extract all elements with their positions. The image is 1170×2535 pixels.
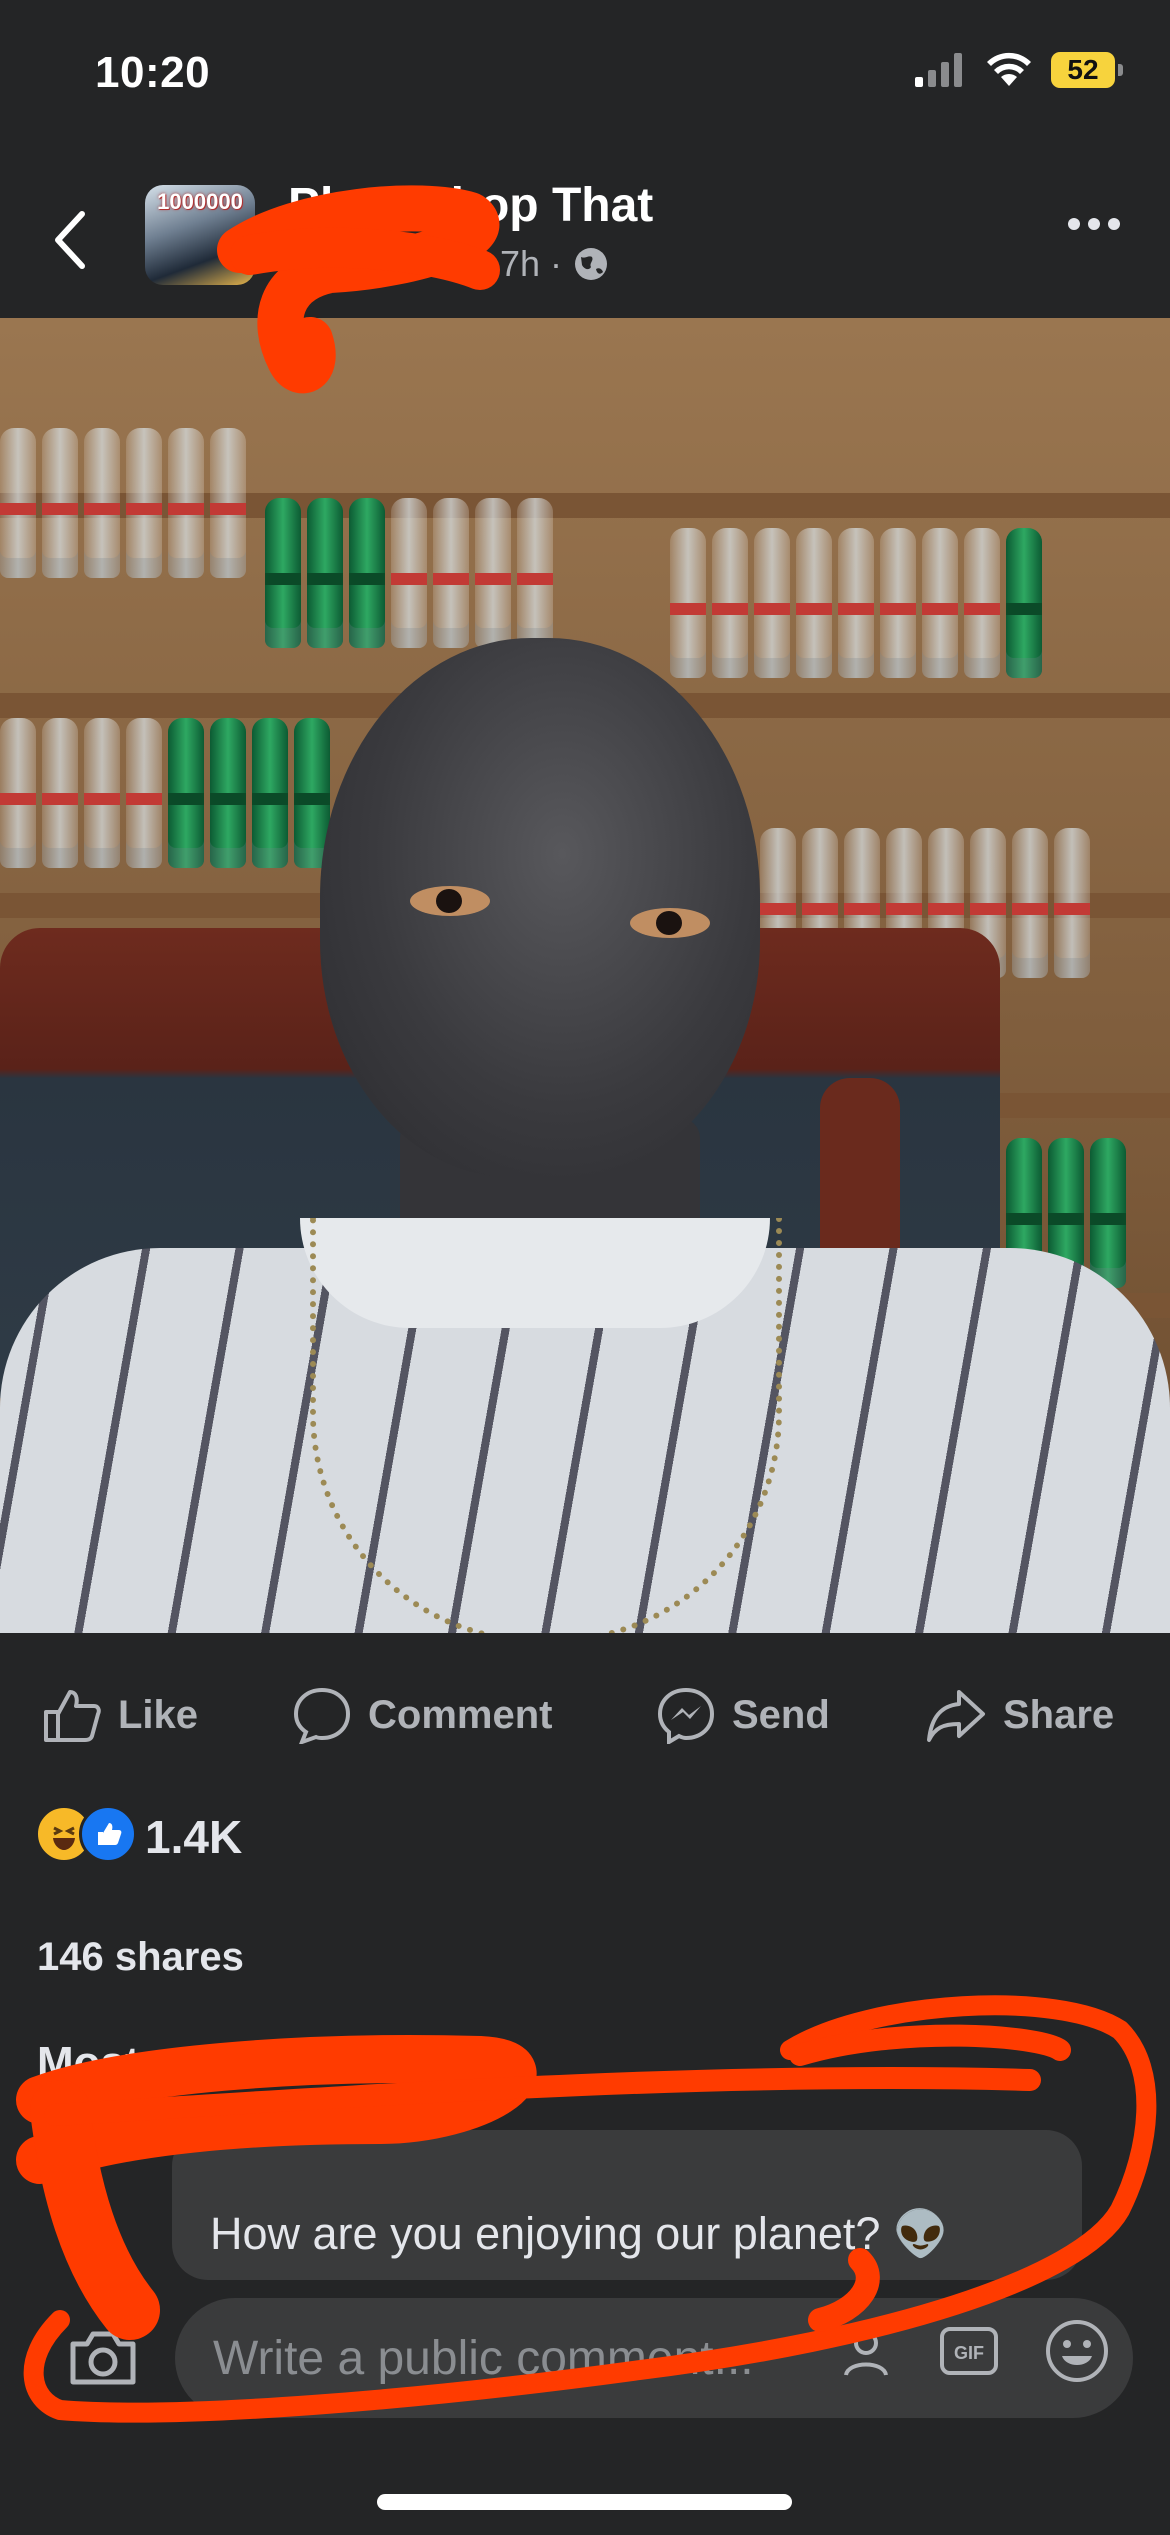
comment-label: Comment: [368, 1692, 553, 1737]
status-icons: 52: [915, 52, 1123, 88]
photo-chain: [310, 1218, 782, 1633]
bottle-row: [670, 528, 1042, 678]
cellular-signal-icon: [915, 53, 962, 87]
photo-eye: [410, 886, 490, 916]
bottle-row: [265, 498, 553, 648]
camera-icon: [70, 2331, 136, 2385]
photo-eye: [630, 908, 710, 938]
home-indicator[interactable]: [377, 2494, 792, 2510]
share-arrow-icon: [927, 1690, 985, 1742]
page-name[interactable]: Photoshop That: [288, 178, 653, 233]
like-icon: [79, 1805, 137, 1863]
back-button[interactable]: [40, 200, 100, 280]
thumbs-up-icon: [44, 1690, 101, 1742]
comment-text: How are you enjoying our planet? 👽: [210, 2208, 949, 2259]
more-dot-icon: [1088, 218, 1100, 230]
shares-count[interactable]: 146 shares: [37, 1935, 244, 1980]
bottle-row: [0, 428, 246, 578]
comment-button[interactable]: Comment: [292, 1665, 552, 1765]
more-options-button[interactable]: [1068, 218, 1120, 230]
post-meta: 7h ·: [500, 243, 610, 285]
comment-sort-selector[interactable]: Most relevant: [37, 2038, 321, 2088]
reactions-summary[interactable]: [35, 1805, 137, 1863]
comment-bubble-icon: [293, 1687, 351, 1744]
wifi-icon: [987, 52, 1031, 86]
gif-icon[interactable]: GIF: [938, 2323, 1000, 2379]
battery-indicator: 52: [1051, 52, 1123, 88]
share-label: Share: [1003, 1692, 1115, 1737]
status-time: 10:20: [95, 48, 211, 97]
share-button[interactable]: Share: [925, 1665, 1114, 1765]
globe-icon: [575, 248, 608, 280]
emoji-icon[interactable]: [1044, 2318, 1110, 2384]
photo-face: [320, 638, 760, 1178]
bottle-row: [0, 718, 330, 868]
like-button[interactable]: Like: [42, 1665, 198, 1765]
more-dot-icon: [1068, 218, 1080, 230]
more-dot-icon: [1108, 218, 1120, 230]
chevron-left-icon: [55, 211, 85, 269]
send-label: Send: [732, 1692, 830, 1737]
reaction-count[interactable]: 1.4K: [145, 1810, 242, 1864]
avatar-logo-text: 1000000: [157, 189, 243, 214]
messenger-icon: [657, 1687, 715, 1744]
avatar-sticker-icon[interactable]: [838, 2323, 894, 2379]
post-time: 7h ·: [500, 243, 563, 284]
svg-text:GIF: GIF: [954, 2343, 984, 2363]
send-button[interactable]: Send: [656, 1665, 830, 1765]
post-photo[interactable]: [0, 318, 1170, 1633]
composer-icons: GIF: [838, 2318, 1110, 2384]
like-label: Like: [118, 1692, 199, 1737]
page-avatar[interactable]: 1000000: [145, 185, 255, 285]
camera-button[interactable]: [58, 2318, 148, 2398]
